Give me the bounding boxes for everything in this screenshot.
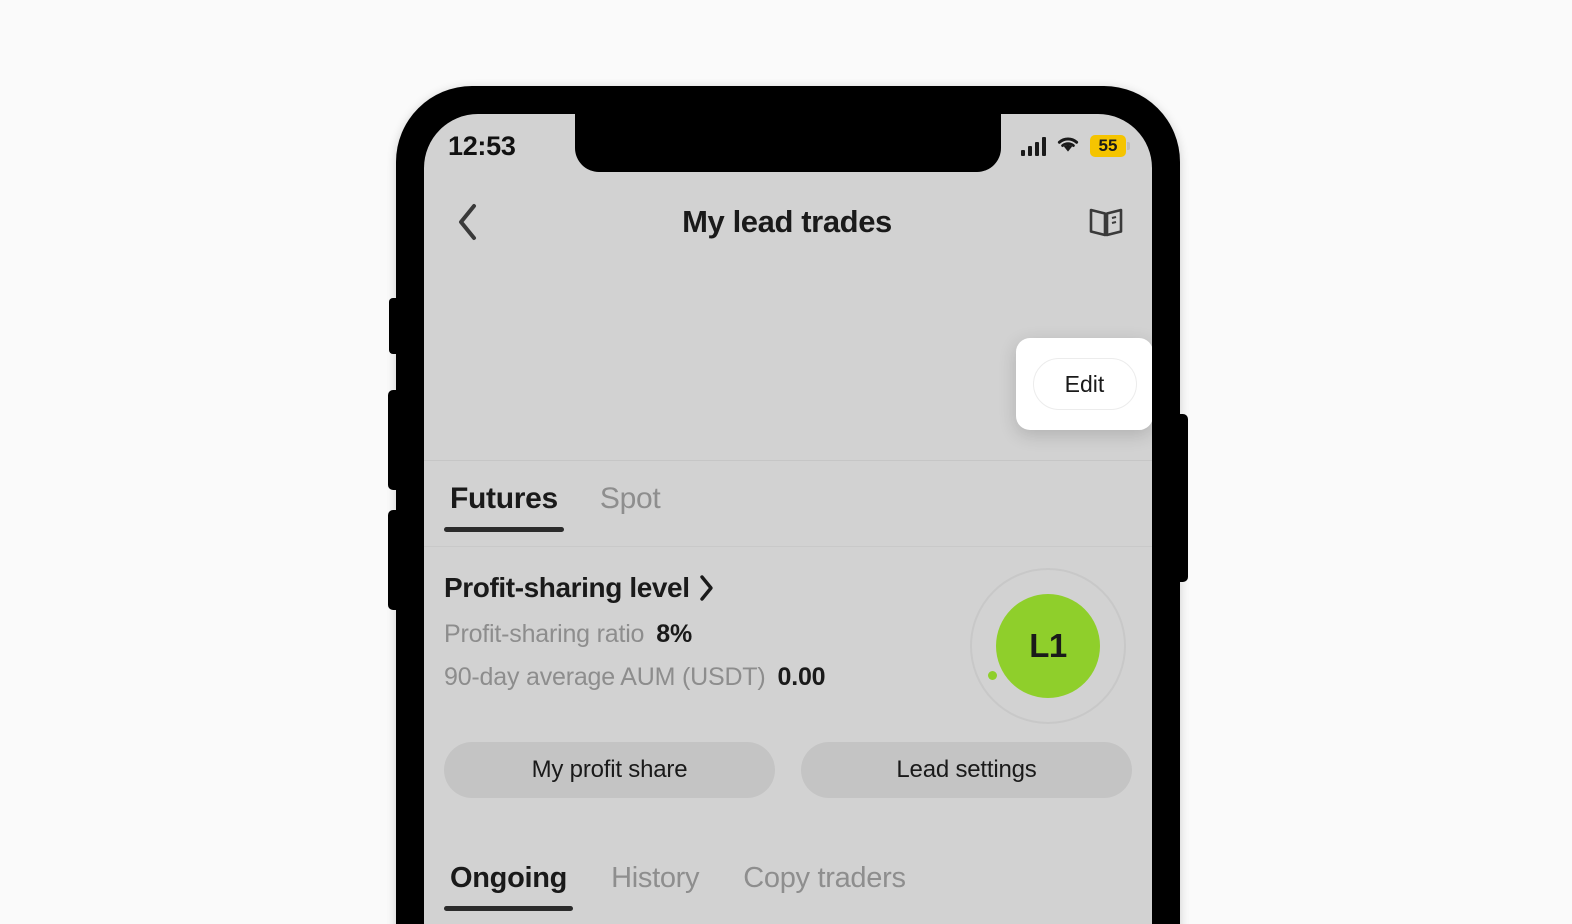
profit-info-block: Profit-sharing level Profit-sharing rati… — [444, 562, 826, 706]
profit-sharing-ratio-value: 8% — [656, 620, 692, 648]
edit-button[interactable]: Edit — [1032, 358, 1137, 410]
level-progress-dot — [988, 671, 997, 680]
phone-screen: 12:53 55 My lead trades Edit Futures Spo… — [424, 114, 1152, 924]
average-aum-label: 90-day average AUM (USDT) — [444, 663, 766, 691]
profit-sharing-ratio-label: Profit-sharing ratio — [444, 620, 645, 648]
main-tabs: Futures Spot — [424, 476, 1152, 548]
level-value: L1 — [996, 594, 1100, 698]
volume-down-button[interactable] — [388, 510, 398, 610]
phone-device-frame: 12:53 55 My lead trades Edit Futures Spo… — [388, 86, 1188, 924]
chevron-right-icon — [699, 575, 713, 601]
average-aum-value: 0.00 — [777, 663, 826, 691]
header-divider — [424, 460, 1152, 461]
main-tabs-underline — [424, 546, 1152, 547]
nav-header: My lead trades — [424, 176, 1152, 268]
open-book-icon — [1089, 208, 1123, 237]
tab-ongoing-label: Ongoing — [450, 862, 568, 894]
tab-history-label: History — [611, 862, 700, 894]
average-aum-row: 90-day average AUM (USDT) 0.00 — [444, 663, 826, 692]
tab-history[interactable]: History — [605, 856, 705, 911]
status-indicators: 55 — [1020, 134, 1130, 158]
tab-spot[interactable]: Spot — [594, 476, 667, 532]
profit-sharing-level-link[interactable]: Profit-sharing level — [444, 572, 825, 604]
sub-tabs: Ongoing History Copy traders — [424, 856, 1152, 924]
profit-sharing-section: Profit-sharing level Profit-sharing rati… — [424, 562, 1152, 724]
guide-book-button[interactable] — [1082, 198, 1130, 246]
chevron-left-icon — [459, 204, 476, 240]
tab-futures-label: Futures — [450, 482, 558, 515]
tab-futures[interactable]: Futures — [444, 476, 564, 532]
status-time: 12:53 — [448, 130, 516, 161]
level-badge: L1 — [970, 568, 1126, 724]
signal-bars-icon — [1020, 136, 1046, 156]
action-buttons-row: My profit share Lead settings — [444, 742, 1132, 798]
tab-spot-label: Spot — [599, 482, 661, 515]
profit-sharing-ratio-row: Profit-sharing ratio 8% — [444, 620, 825, 649]
page-root: 12:53 55 My lead trades Edit Futures Spo… — [0, 0, 1572, 924]
profit-sharing-level-title: Profit-sharing level — [444, 572, 690, 603]
battery-indicator: 55 — [1090, 135, 1130, 157]
wifi-icon — [1055, 134, 1081, 158]
lead-settings-button[interactable]: Lead settings — [801, 742, 1132, 798]
tab-copy-traders-label: Copy traders — [743, 862, 906, 894]
page-title: My lead trades — [682, 204, 892, 239]
silent-switch-button[interactable] — [389, 298, 398, 354]
power-button[interactable] — [1178, 414, 1188, 582]
tab-copy-traders[interactable]: Copy traders — [737, 856, 911, 911]
volume-up-button[interactable] — [388, 390, 398, 490]
tab-ongoing[interactable]: Ongoing — [444, 856, 574, 911]
back-button[interactable] — [444, 198, 492, 246]
my-profit-share-button[interactable]: My profit share — [444, 742, 775, 798]
display-notch — [575, 114, 1001, 172]
edit-popup-card: Edit — [1016, 338, 1152, 430]
